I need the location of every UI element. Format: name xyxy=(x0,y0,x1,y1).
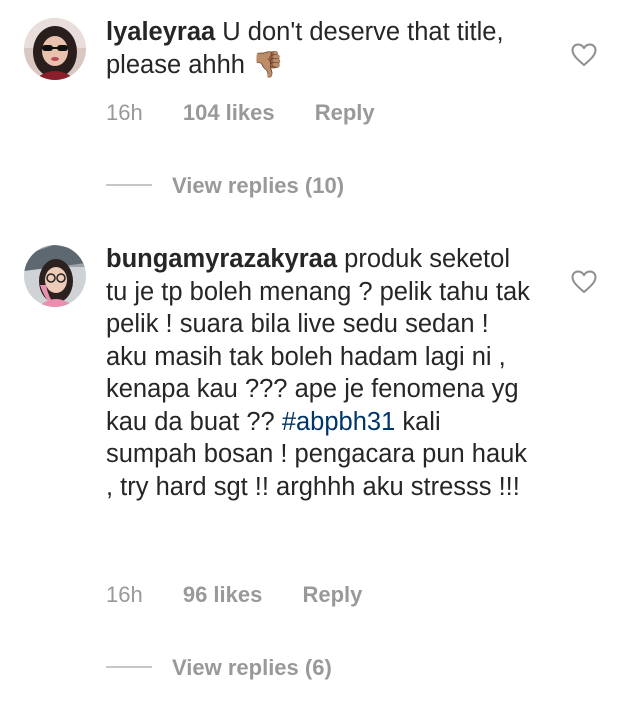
view-replies-row[interactable]: View replies (6) xyxy=(106,655,332,681)
comment-likes[interactable]: 96 likes xyxy=(183,582,263,608)
comment-time: 16h xyxy=(106,582,143,607)
avatar-image xyxy=(24,245,86,307)
comment-meta: 16h 104 likes Reply xyxy=(106,100,375,126)
avatar[interactable] xyxy=(24,18,86,80)
view-replies-button[interactable]: View replies (10) xyxy=(172,173,344,198)
comment-username[interactable]: lyaleyraa xyxy=(106,18,215,46)
comment-likes[interactable]: 104 likes xyxy=(183,100,275,126)
replies-divider xyxy=(106,184,152,187)
comment-meta: 16h 96 likes Reply xyxy=(106,582,362,608)
reply-button[interactable]: Reply xyxy=(302,582,362,608)
comment-time: 16h xyxy=(106,100,143,125)
avatar-image xyxy=(24,18,86,80)
view-replies-button[interactable]: View replies (6) xyxy=(172,655,332,680)
heart-outline-icon[interactable] xyxy=(571,270,597,294)
hashtag-link[interactable]: #abpbh31 xyxy=(282,408,395,436)
comment-username[interactable]: bungamyrazakyraa xyxy=(106,245,337,273)
view-replies-row[interactable]: View replies (10) xyxy=(106,173,344,199)
thumbs-down-emoji: 👎🏽 xyxy=(252,50,284,79)
heart-outline-icon[interactable] xyxy=(571,43,597,67)
avatar[interactable] xyxy=(24,245,86,307)
comment-text: lyaleyraa U don't deserve that title, pl… xyxy=(106,16,536,81)
reply-button[interactable]: Reply xyxy=(315,100,375,126)
replies-divider xyxy=(106,666,152,669)
comment-text: bungamyrazakyraa produk seketol tu je tp… xyxy=(106,243,536,503)
